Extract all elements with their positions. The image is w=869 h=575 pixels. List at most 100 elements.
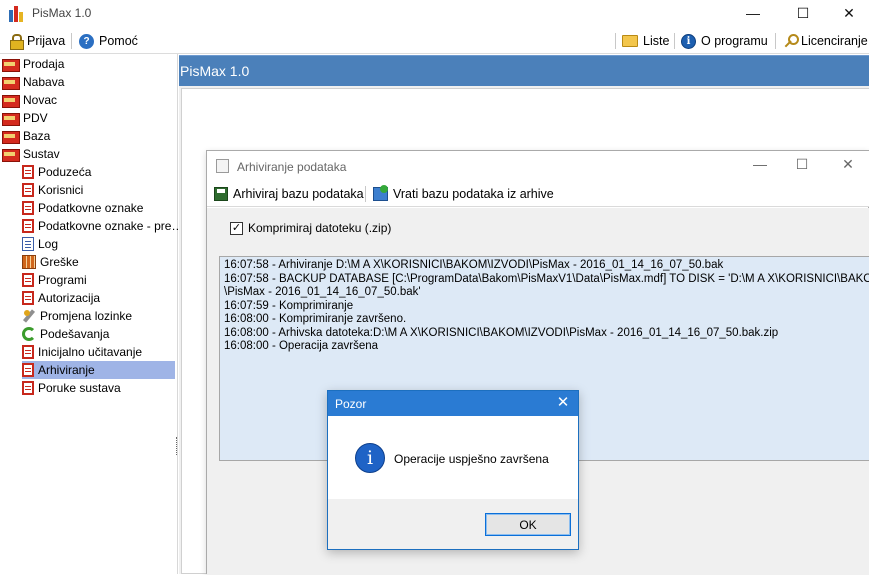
sidebar-item-inicijalno-ucitavanje[interactable]: Inicijalno učitavanje	[22, 343, 142, 361]
sidebar-item-podatkovne-oznake-pre[interactable]: Podatkovne oznake - pre…	[22, 217, 183, 235]
restore-database-label: Vrati bazu podataka iz arhive	[393, 187, 554, 201]
sidebar-item-label: Prodaja	[23, 57, 65, 71]
sidebar-item-label: Arhiviranje	[38, 363, 95, 377]
log-line: 16:07:59 - Komprimiranje	[224, 299, 354, 312]
close-button[interactable]: ✕	[826, 0, 869, 28]
lists-button[interactable]: Liste	[622, 32, 669, 50]
restore-icon	[373, 185, 388, 201]
book-icon	[2, 130, 20, 144]
book-icon	[2, 112, 20, 126]
help-label: Pomoć	[99, 34, 138, 48]
document-icon	[22, 219, 34, 233]
information-icon: i	[355, 443, 385, 473]
archive-window-title-bar: Arhiviranje podataka — ☐ ✕	[207, 151, 869, 181]
main-toolbar: Prijava ? Pomoć Liste i O programu Licen…	[0, 28, 869, 54]
sidebar-item-promjena-lozinke[interactable]: Promjena lozinke	[22, 307, 132, 325]
archive-minimize-button[interactable]: —	[737, 151, 783, 179]
save-icon	[214, 187, 228, 201]
document-icon	[22, 363, 34, 377]
book-icon	[2, 58, 20, 72]
sidebar-item-label: PDV	[23, 111, 48, 125]
ok-button[interactable]: OK	[485, 513, 571, 536]
sidebar-item-label: Podatkovne oznake	[38, 201, 144, 215]
licensing-button[interactable]: Licenciranje	[782, 32, 868, 50]
log-line: \PisMax - 2016_01_14_16_07_50.bak'	[224, 286, 421, 298]
app-title: PisMax 1.0	[32, 6, 92, 20]
log-line: 16:07:58 - BACKUP DATABASE [C:\ProgramDa…	[224, 272, 869, 285]
sidebar-item-nabava[interactable]: Nabava	[2, 73, 64, 91]
archive-close-button[interactable]: ✕	[825, 151, 869, 179]
sidebar-item-label: Log	[38, 237, 59, 251]
sidebar-item-log[interactable]: Log	[22, 235, 58, 253]
app-logo-icon	[9, 6, 27, 22]
sidebar-item-sustav[interactable]: Sustav	[2, 145, 60, 163]
archive-window-title: Arhiviranje podataka	[237, 160, 347, 174]
dialog-footer: OK	[328, 499, 578, 549]
books-icon	[2, 148, 20, 162]
about-button[interactable]: i O programu	[681, 32, 768, 50]
toolbar-separator	[615, 33, 616, 49]
toolbar-separator	[775, 33, 776, 49]
sidebar-item-programi[interactable]: Programi	[22, 271, 87, 289]
sidebar-item-label: Podešavanja	[40, 327, 110, 341]
sidebar-item-label: Nabava	[23, 75, 65, 89]
document-icon	[22, 345, 34, 359]
sidebar-item-label: Inicijalno učitavanje	[38, 345, 143, 359]
minimize-button[interactable]: —	[730, 0, 776, 28]
sidebar-item-label: Podatkovne oznake - pre…	[38, 219, 184, 233]
app-title-bar: PisMax 1.0 — ☐ ✕	[0, 0, 869, 28]
sidebar-item-label: Baza	[23, 129, 51, 143]
refresh-icon	[22, 327, 36, 341]
sidebar-item-label: Poduzeća	[38, 165, 92, 179]
sidebar-item-label: Korisnici	[38, 183, 84, 197]
sidebar-item-label: Autorizacija	[38, 291, 101, 305]
document-icon	[22, 165, 34, 179]
sidebar-item-label: Promjena lozinke	[40, 309, 133, 323]
login-label: Prijava	[27, 34, 66, 48]
sidebar-item-novac[interactable]: Novac	[2, 91, 57, 109]
compress-checkbox-label: Komprimiraj datoteku (.zip)	[248, 221, 392, 235]
sidebar-item-label: Novac	[23, 93, 58, 107]
compress-checkbox[interactable]: ✓ Komprimiraj datoteku (.zip)	[230, 221, 391, 235]
sidebar-item-poruke-sustava[interactable]: Poruke sustava	[22, 379, 121, 397]
licensing-label: Licenciranje	[801, 34, 868, 48]
sidebar-item-baza[interactable]: Baza	[2, 127, 50, 145]
wrench-icon	[22, 309, 36, 323]
dialog-message: Operacije uspješno završena	[394, 452, 549, 466]
dialog-close-button[interactable]: ✕	[548, 391, 578, 416]
sidebar-item-greske[interactable]: Greške	[22, 253, 79, 271]
sidebar-splitter[interactable]	[176, 437, 178, 455]
log-line: 16:08:00 - Operacija završena	[224, 340, 379, 352]
log-icon	[22, 237, 34, 251]
toolbar-separator	[71, 33, 72, 49]
sidebar-item-arhiviranje[interactable]: Arhiviranje	[22, 361, 175, 379]
sidebar-tree: Prodaja Nabava Novac PDV Baza Sustav Pod…	[0, 54, 183, 574]
log-line: 16:08:00 - Komprimiranje završeno.	[224, 313, 407, 325]
sidebar-item-korisnici[interactable]: Korisnici	[22, 181, 83, 199]
sidebar-item-podesavanja[interactable]: Podešavanja	[22, 325, 109, 343]
sidebar-item-poduzeca[interactable]: Poduzeća	[22, 163, 91, 181]
key-icon	[782, 34, 799, 48]
dialog-title-bar: Pozor ✕	[328, 391, 578, 416]
sidebar-item-pdv[interactable]: PDV	[2, 109, 48, 127]
restore-database-button[interactable]: Vrati bazu podataka iz arhive	[373, 185, 554, 203]
document-icon	[22, 381, 34, 395]
maximize-button[interactable]: ☐	[780, 0, 826, 28]
help-icon: ?	[79, 33, 94, 49]
archive-database-button[interactable]: Arhiviraj bazu podataka	[214, 185, 364, 203]
sidebar-item-prodaja[interactable]: Prodaja	[2, 55, 64, 73]
main-header-title: PisMax 1.0	[180, 63, 250, 79]
archive-maximize-button[interactable]: ☐	[779, 151, 825, 179]
folder-icon	[622, 35, 638, 47]
login-button[interactable]: Prijava	[10, 32, 65, 50]
sidebar-item-podatkovne-oznake[interactable]: Podatkovne oznake	[22, 199, 143, 217]
info-icon: i	[681, 33, 696, 49]
checkbox-checked-icon[interactable]: ✓	[230, 221, 243, 235]
archive-database-label: Arhiviraj bazu podataka	[233, 187, 364, 201]
lists-label: Liste	[643, 34, 670, 48]
dialog-title: Pozor	[335, 397, 367, 411]
dialog-body: i Operacije uspješno završena	[328, 416, 578, 499]
message-dialog: Pozor ✕ i Operacije uspješno završena OK	[327, 390, 579, 550]
help-button[interactable]: ? Pomoć	[79, 32, 138, 50]
sidebar-item-autorizacija[interactable]: Autorizacija	[22, 289, 100, 307]
